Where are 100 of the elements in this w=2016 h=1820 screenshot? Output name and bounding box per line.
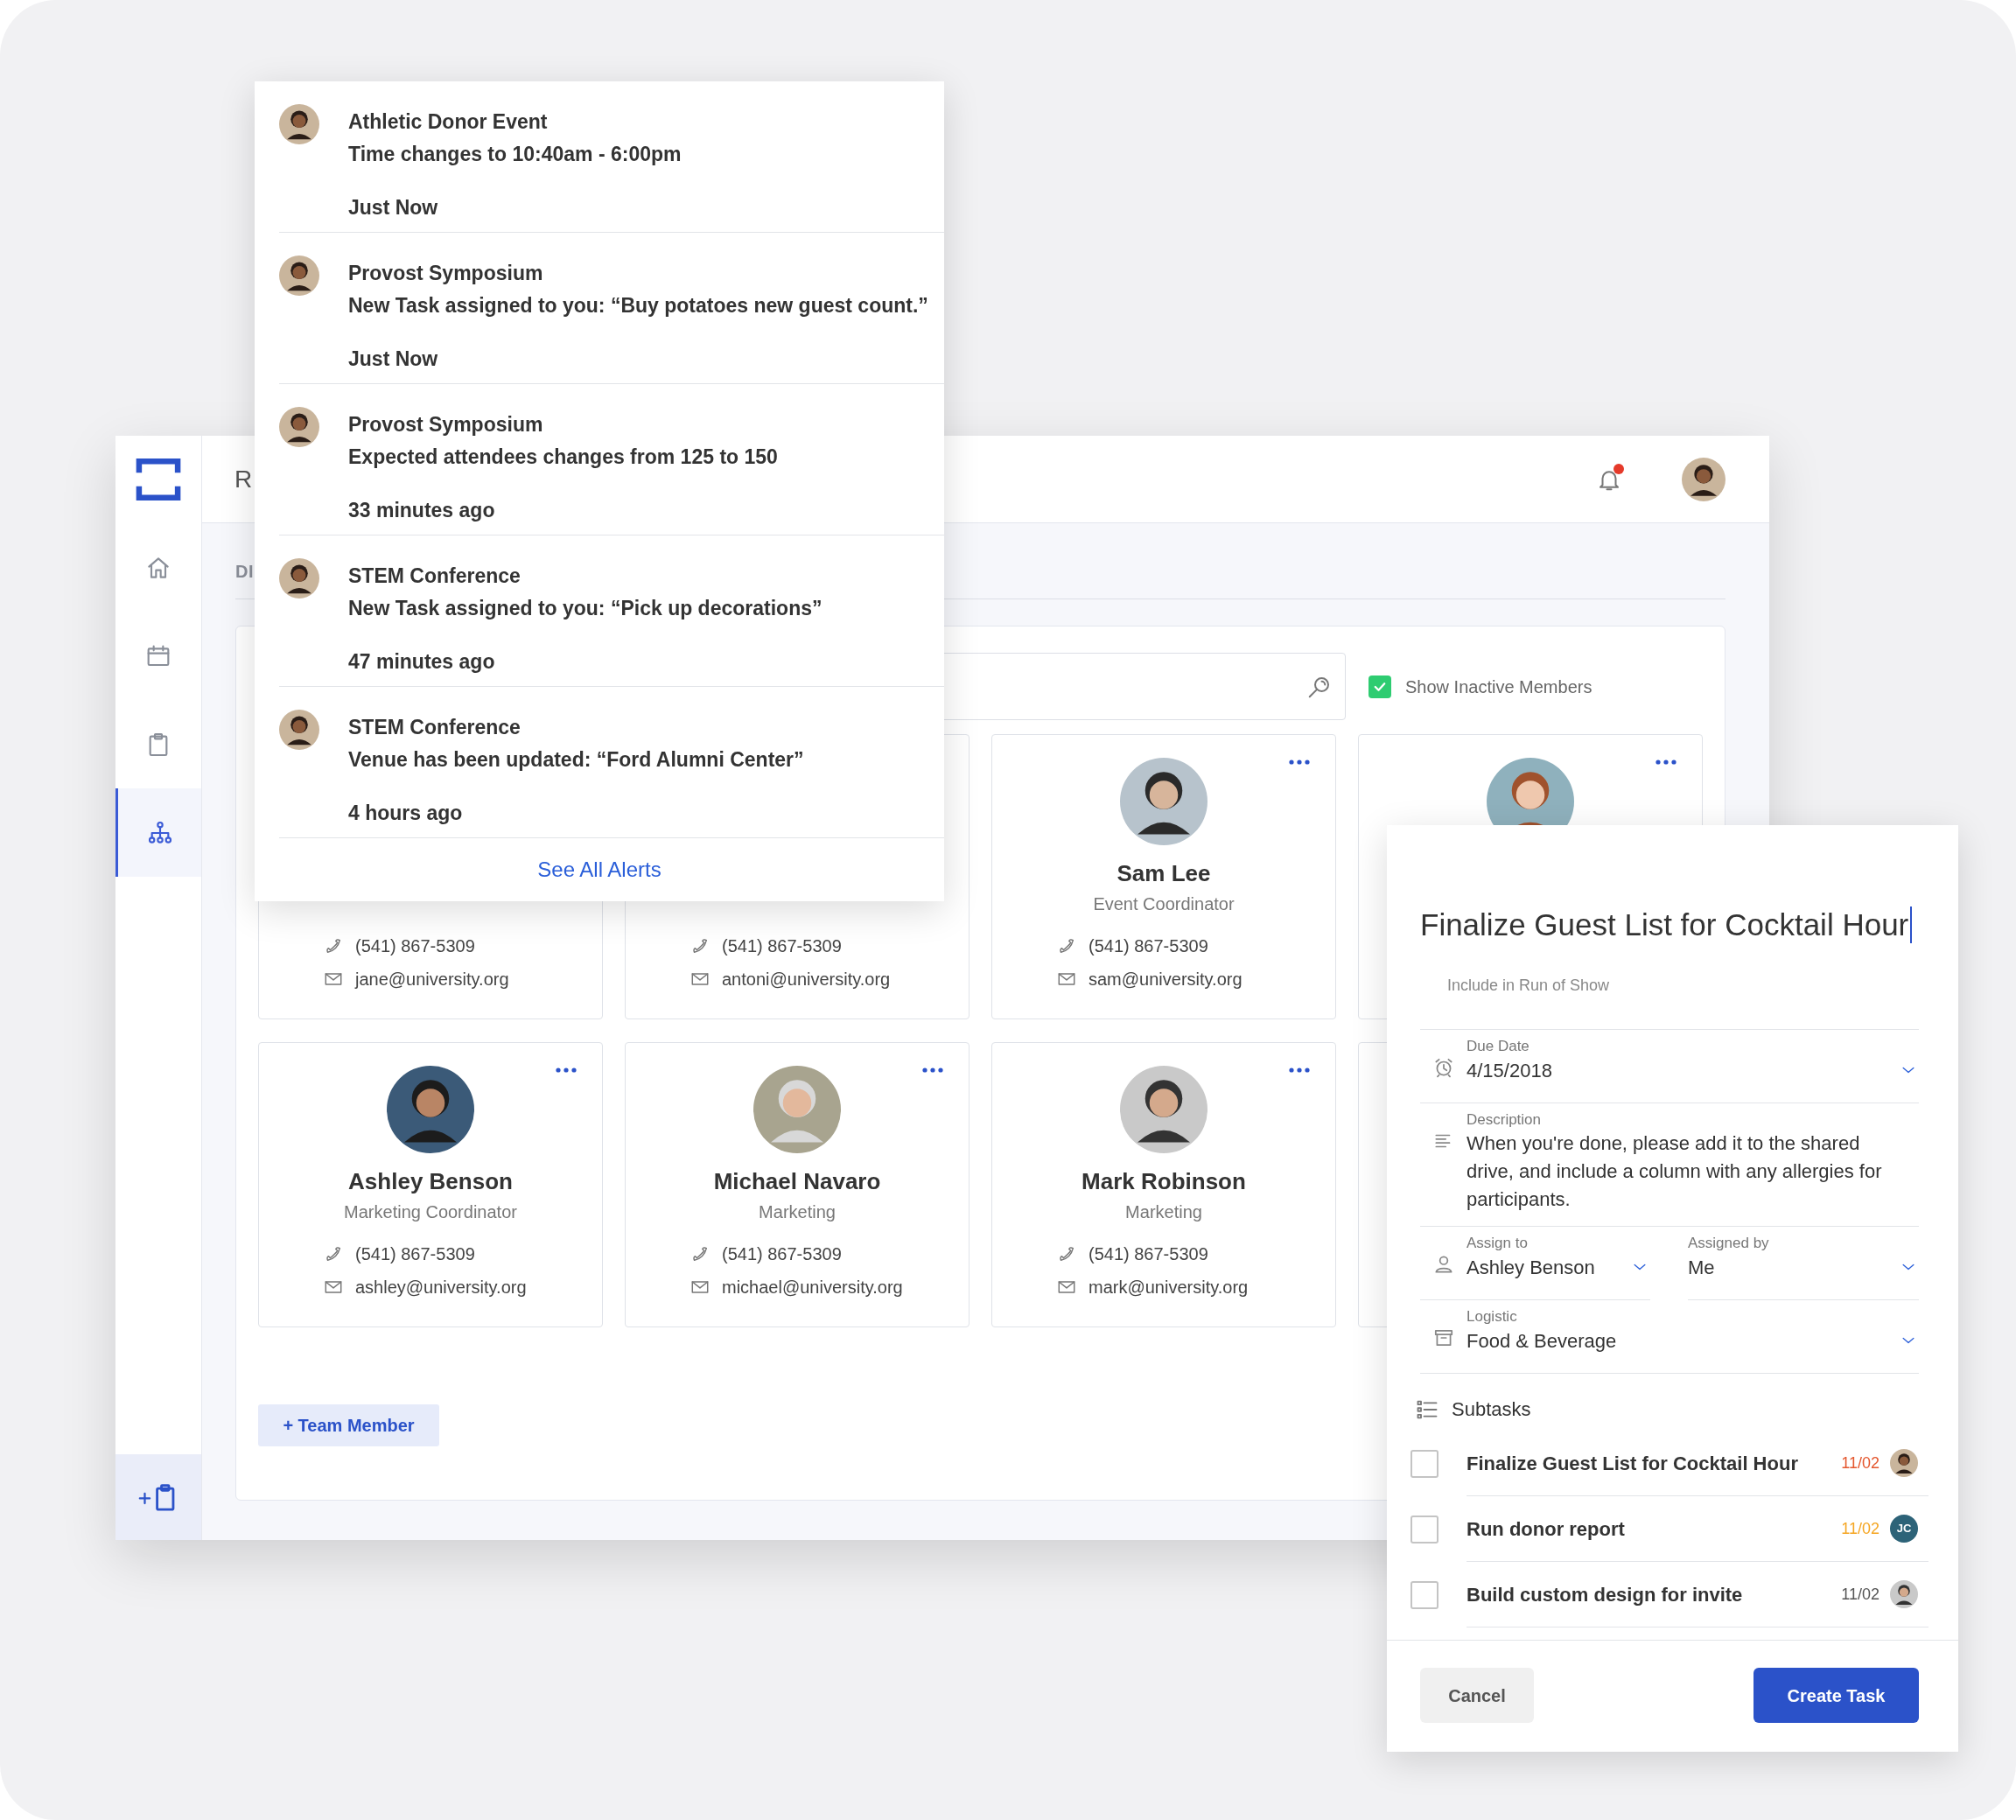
more-icon[interactable] (1288, 1066, 1311, 1074)
email-address: michael@university.org (722, 1277, 903, 1298)
email-address: mark@university.org (1088, 1277, 1249, 1298)
member-name: Mark Robinson (1082, 1167, 1246, 1196)
avatar (1682, 457, 1726, 501)
cancel-button[interactable]: Cancel (1420, 1668, 1534, 1723)
notification-message: New Task assigned to you: “Pick up decorations” (348, 596, 822, 621)
notification-message: Venue has been updated: “Ford Alumni Center” (348, 747, 804, 773)
checkbox-label: Show Inactive Members (1405, 676, 1592, 698)
phone-number: (541) 867-5309 (1088, 1243, 1208, 1265)
notification-item[interactable]: Provost Symposium Expected attendees changes from 125 to 150 33 minutes ago (279, 384, 944, 536)
member-role: Marketing (1125, 1201, 1202, 1223)
more-icon[interactable] (555, 1066, 578, 1074)
add-task-button[interactable] (116, 1454, 201, 1540)
avatar (279, 256, 319, 296)
notification-time: 4 hours ago (348, 801, 464, 826)
checkbox[interactable] (1410, 1515, 1438, 1544)
checkbox[interactable] (1368, 675, 1391, 698)
notification-time: Just Now (348, 195, 439, 220)
notification-message: New Task assigned to you: “Buy potatoes new guest count.” (348, 293, 928, 318)
see-all-link[interactable]: See All Alerts (537, 854, 662, 886)
field-value: Food & Beverage (1466, 1329, 1618, 1354)
page-title: R (234, 464, 253, 494)
phone-icon (324, 1244, 343, 1264)
member-role: Marketing Coordinator (344, 1201, 517, 1223)
email-address: sam@university.org (1088, 969, 1242, 990)
phone-icon (690, 936, 710, 956)
phone-number: (541) 867-5309 (722, 935, 842, 957)
phone-number: (541) 867-5309 (355, 1243, 475, 1265)
section-heading: DI (235, 562, 254, 581)
field-label: Description (1466, 1110, 1543, 1130)
include-label: Include in Run of Show (1446, 976, 1611, 996)
more-icon[interactable] (1655, 758, 1677, 766)
field-label: Due Date (1466, 1037, 1530, 1056)
due-date-field[interactable]: Due Date 4/15/2018 (1420, 1030, 1919, 1103)
avatar (279, 407, 319, 447)
member-role: Event Coordinator (1093, 893, 1235, 915)
phone-number: (541) 867-5309 (355, 935, 475, 957)
assign-to-field[interactable]: Assign to Ashley Benson (1420, 1227, 1650, 1300)
notification-item[interactable]: STEM Conference New Task assigned to you: “Pick up decorations” 47 minutes ago (279, 536, 944, 687)
avatar (279, 710, 319, 750)
notification-item[interactable]: STEM Conference Venue has been updated: “Ford Alumni Center” 4 hours ago (279, 687, 944, 838)
notification-time: 33 minutes ago (348, 498, 496, 523)
notification-item[interactable]: Provost Symposium New Task assigned to you: “Buy potatoes new guest count.” Just Now (279, 233, 944, 384)
notification-message: Expected attendees changes from 125 to 150 (348, 444, 778, 470)
field-label: Assigned by (1688, 1234, 1770, 1253)
avatar (1890, 1580, 1918, 1608)
phone-icon (1057, 936, 1076, 956)
phone-number: (541) 867-5309 (1088, 935, 1208, 957)
notification-title: STEM Conference (348, 715, 522, 740)
due-date: 11/02 (1841, 1584, 1880, 1605)
due-date: 11/02 (1841, 1518, 1880, 1539)
sidebar-item[interactable] (116, 788, 201, 877)
subtasks-heading: Subtasks (1452, 1397, 1531, 1422)
avatar (1890, 1449, 1918, 1477)
member-name: Michael Navaro (713, 1167, 881, 1196)
alarm-clock-icon (1432, 1056, 1455, 1079)
description-field[interactable]: Description When you're done, please add it to the shared drive, and include a column with any allergies for participants. (1420, 1103, 1919, 1227)
subtask-title: Build custom design for invite (1466, 1582, 1744, 1607)
notification-item[interactable]: Athletic Donor Event Time changes to 10:40am - 6:00pm Just Now (279, 81, 944, 233)
member-role: Marketing (759, 1201, 836, 1223)
avatar (279, 558, 319, 598)
field-value: 4/15/2018 (1466, 1059, 1553, 1083)
checkbox[interactable] (1410, 1580, 1438, 1609)
subtask-title: Finalize Guest List for Cocktail Hour (1466, 1451, 1799, 1476)
subtask-title: Run donor report (1466, 1516, 1626, 1542)
title-field[interactable]: Finalize Guest List for Cocktail Hour (1420, 906, 1919, 944)
create-task-button[interactable]: Create Task (1754, 1668, 1919, 1723)
member-name: Ashley Benson (348, 1167, 513, 1196)
field-label: Logistic (1466, 1307, 1518, 1326)
notification-title: STEM Conference (348, 564, 522, 589)
more-icon[interactable] (1288, 758, 1311, 766)
notification-time: 47 minutes ago (348, 649, 496, 675)
text-cursor (1910, 906, 1913, 943)
add-member-button[interactable]: + Team Member (258, 1404, 439, 1446)
phone-icon (1057, 1244, 1076, 1264)
checkbox[interactable] (1410, 1449, 1438, 1478)
field-value: Ashley Benson (1466, 1256, 1596, 1280)
avatar (279, 104, 319, 144)
notification-title: Provost Symposium (348, 412, 544, 438)
field-label: Assign to (1466, 1234, 1529, 1253)
phone-icon (690, 1244, 710, 1264)
email-address: jane@university.org (355, 969, 509, 990)
logo-icon (136, 457, 181, 502)
assigned-by-field[interactable]: Assigned by Me (1688, 1227, 1919, 1300)
more-icon[interactable] (921, 1066, 944, 1074)
logistic-field[interactable]: Logistic Food & Beverage (1420, 1300, 1919, 1374)
email-address: antoni@university.org (722, 969, 891, 990)
phone-number: (541) 867-5309 (722, 1243, 842, 1265)
due-date: 11/02 (1841, 1452, 1880, 1474)
notification-title: Athletic Donor Event (348, 109, 549, 135)
field-value: Me (1688, 1256, 1716, 1280)
field-value: When you're done, please add it to the shared drive, and include a column with any allergies for participants. (1466, 1131, 1883, 1212)
phone-icon (324, 936, 343, 956)
notification-title: Provost Symposium (348, 261, 544, 286)
email-address: ashley@university.org (355, 1277, 527, 1298)
notification-message: Time changes to 10:40am - 6:00pm (348, 142, 682, 167)
initials-avatar: JC (1890, 1515, 1918, 1543)
notification-time: Just Now (348, 346, 439, 372)
member-name: Sam Lee (1116, 859, 1211, 888)
